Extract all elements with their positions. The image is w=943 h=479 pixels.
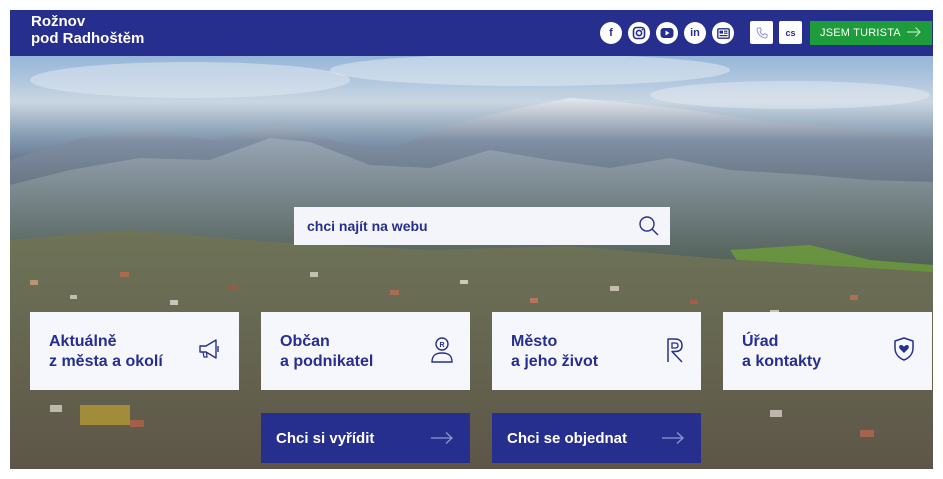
logo-line-2: pod Radhoštěm xyxy=(31,30,145,47)
megaphone-icon xyxy=(199,339,219,359)
person-icon: R xyxy=(431,337,453,363)
news-icon[interactable] xyxy=(712,22,734,44)
search-icon[interactable] xyxy=(638,215,660,237)
phone-icon[interactable] xyxy=(750,21,773,44)
shield-heart-icon xyxy=(894,337,914,361)
chci-se-objednat-button[interactable]: Chci se objednat xyxy=(492,413,701,463)
jsem-turista-button[interactable]: JSEM TURISTA xyxy=(810,21,932,45)
youtube-icon[interactable] xyxy=(656,22,678,44)
language-switch[interactable]: cs xyxy=(779,21,802,44)
instagram-glyph xyxy=(632,26,646,40)
jsem-turista-label: JSEM TURISTA xyxy=(820,27,901,39)
arrow-right-icon xyxy=(431,432,453,444)
search-input[interactable] xyxy=(307,218,627,234)
phone-glyph xyxy=(755,27,767,39)
city-logo[interactable]: Rožnov pod Radhoštěm xyxy=(31,13,144,47)
linkedin-icon[interactable]: in xyxy=(684,22,706,44)
chci-si-vyridit-label: Chci si vyřídit xyxy=(276,429,375,447)
youtube-glyph xyxy=(660,28,674,38)
tile-mesto[interactable]: Město a jeho život xyxy=(492,312,701,390)
svg-text:R: R xyxy=(439,342,444,349)
facebook-letter: f xyxy=(609,27,613,39)
linkedin-letters: in xyxy=(690,27,700,39)
instagram-icon[interactable] xyxy=(628,22,650,44)
chci-si-vyridit-button[interactable]: Chci si vyřídit xyxy=(261,413,470,463)
logo-line-1: Rožnov xyxy=(31,13,86,30)
page-frame: Rožnov pod Radhoštěm f in cs JSEM TURIST… xyxy=(10,10,933,469)
top-navigation-bar: Rožnov pod Radhoštěm f in cs JSEM TURIST… xyxy=(10,10,933,56)
arrow-right-icon xyxy=(662,432,684,444)
chci-se-objednat-label: Chci se objednat xyxy=(507,429,628,447)
tile-aktualne[interactable]: Aktuálně z města a okolí xyxy=(30,312,239,390)
news-glyph xyxy=(716,27,730,39)
tile-urad[interactable]: Úřad a kontakty xyxy=(723,312,932,390)
city-logo-icon xyxy=(667,338,683,363)
arrow-right-icon xyxy=(907,27,921,37)
facebook-icon[interactable]: f xyxy=(600,22,622,44)
tile-obcan[interactable]: Občan a podnikatel R xyxy=(261,312,470,390)
site-search-box xyxy=(294,207,670,245)
language-label: cs xyxy=(785,27,796,38)
